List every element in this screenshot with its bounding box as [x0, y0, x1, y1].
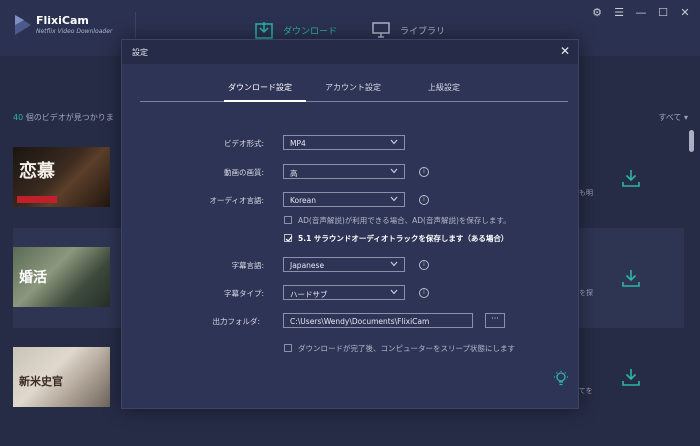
list-scrollbar[interactable]	[689, 130, 694, 152]
video-quality-select[interactable]: 高	[283, 164, 405, 179]
thumbnail-title: 新米史官	[19, 375, 63, 388]
chevron-down-icon	[390, 139, 398, 145]
tab-divider	[140, 101, 568, 102]
ad-audio-checkbox[interactable]	[284, 216, 292, 224]
video-format-label: ビデオ形式:	[223, 139, 264, 148]
subtitle-language-select[interactable]: Japanese	[283, 257, 405, 272]
audio-language-value: Korean	[290, 196, 317, 205]
monitor-icon	[372, 22, 390, 38]
output-folder-label: 出力フォルダ:	[212, 317, 260, 326]
tab-account-settings[interactable]: アカウント設定	[325, 82, 381, 93]
video-thumbnail: 新米史官	[13, 347, 110, 407]
app-subtitle: Netflix Video Downloader	[36, 28, 113, 35]
download-nav-icon	[255, 21, 273, 39]
video-quality-value: 高	[290, 169, 298, 178]
menu-icon[interactable]: ☰	[612, 6, 626, 19]
dialog-title: 設定	[132, 48, 148, 57]
subtitle-type-value: ハードサブ	[290, 290, 328, 299]
found-label: 個のビデオが見つかりま	[23, 113, 114, 122]
ad-audio-option-label: AD(音声解説)が利用できる場合、AD(音声解説)を保存します。	[298, 216, 511, 225]
info-icon[interactable]: i	[419, 260, 429, 270]
maximize-icon[interactable]: ☐	[656, 6, 670, 19]
download-icon[interactable]	[622, 169, 640, 187]
browse-folder-button[interactable]: ···	[485, 313, 505, 328]
new-episode-badge	[17, 196, 57, 203]
output-folder-path-input[interactable]: C:\Users\Wendy\Documents\FlixiCam	[283, 313, 473, 328]
chevron-down-icon	[390, 261, 398, 267]
thumbnail-title: 婚活	[19, 270, 47, 286]
download-icon[interactable]	[622, 368, 640, 386]
window-controls: ⚙ ☰ — ☐ ✕	[590, 6, 692, 19]
found-count-text: 40 個のビデオが見つかりま	[13, 112, 114, 123]
video-format-select[interactable]: MP4	[283, 135, 405, 150]
filter-dropdown[interactable]: すべて ▾	[658, 112, 688, 123]
nav-library-tab[interactable]: ライブラリ	[372, 20, 445, 40]
video-thumbnail: 恋慕	[13, 147, 110, 207]
thumbnail-title: 恋慕	[19, 161, 55, 182]
minimize-icon[interactable]: —	[634, 6, 648, 19]
tab-advanced-settings[interactable]: 上級設定	[428, 82, 460, 93]
window-close-icon[interactable]: ✕	[678, 6, 692, 19]
flixicam-logo-icon	[14, 14, 32, 36]
info-icon[interactable]: i	[419, 195, 429, 205]
settings-gear-icon[interactable]: ⚙	[590, 6, 604, 19]
video-format-value: MP4	[290, 139, 306, 148]
nav-download-label: ダウンロード	[283, 26, 338, 37]
subtitle-language-value: Japanese	[290, 261, 325, 270]
sleep-option-label: ダウンロードが完了後、コンピューターをスリープ状態にします	[298, 344, 516, 353]
settings-dialog: 設定 ✕ ダウンロード設定 アカウント設定 上級設定 ビデオ形式: MP4 動画…	[121, 39, 579, 409]
sleep-after-download-checkbox[interactable]	[284, 344, 292, 352]
audio-language-select[interactable]: Korean	[283, 192, 405, 207]
dialog-close-icon[interactable]: ✕	[560, 44, 570, 58]
nav-library-label: ライブラリ	[400, 26, 446, 37]
info-icon[interactable]: i	[419, 288, 429, 298]
chevron-down-icon	[390, 196, 398, 202]
subtitle-type-label: 字幕タイプ:	[223, 289, 264, 298]
info-icon[interactable]: i	[419, 167, 429, 177]
active-tab-indicator	[224, 100, 306, 102]
surround-audio-option-label: 5.1 サラウンドオーディオトラックを保存します（ある場合）	[298, 234, 509, 243]
subtitle-type-select[interactable]: ハードサブ	[283, 285, 405, 300]
video-thumbnail: 婚活	[13, 247, 110, 307]
nav-download-tab[interactable]: ダウンロード	[255, 20, 337, 40]
lightbulb-tip-icon[interactable]	[554, 371, 568, 387]
subtitle-language-label: 字幕言語:	[231, 261, 264, 270]
chevron-down-icon	[390, 168, 398, 174]
found-count: 40	[13, 113, 24, 122]
video-quality-label: 動画の画質:	[223, 168, 264, 177]
audio-language-label: オーディオ言語:	[209, 196, 264, 205]
chevron-down-icon	[390, 289, 398, 295]
tab-download-settings[interactable]: ダウンロード設定	[228, 82, 292, 93]
dialog-header	[122, 40, 578, 64]
app-name: FlixiCam	[36, 14, 89, 27]
checkmark-icon	[285, 236, 293, 242]
download-icon[interactable]	[622, 269, 640, 287]
surround-audio-checkbox[interactable]	[284, 234, 293, 242]
